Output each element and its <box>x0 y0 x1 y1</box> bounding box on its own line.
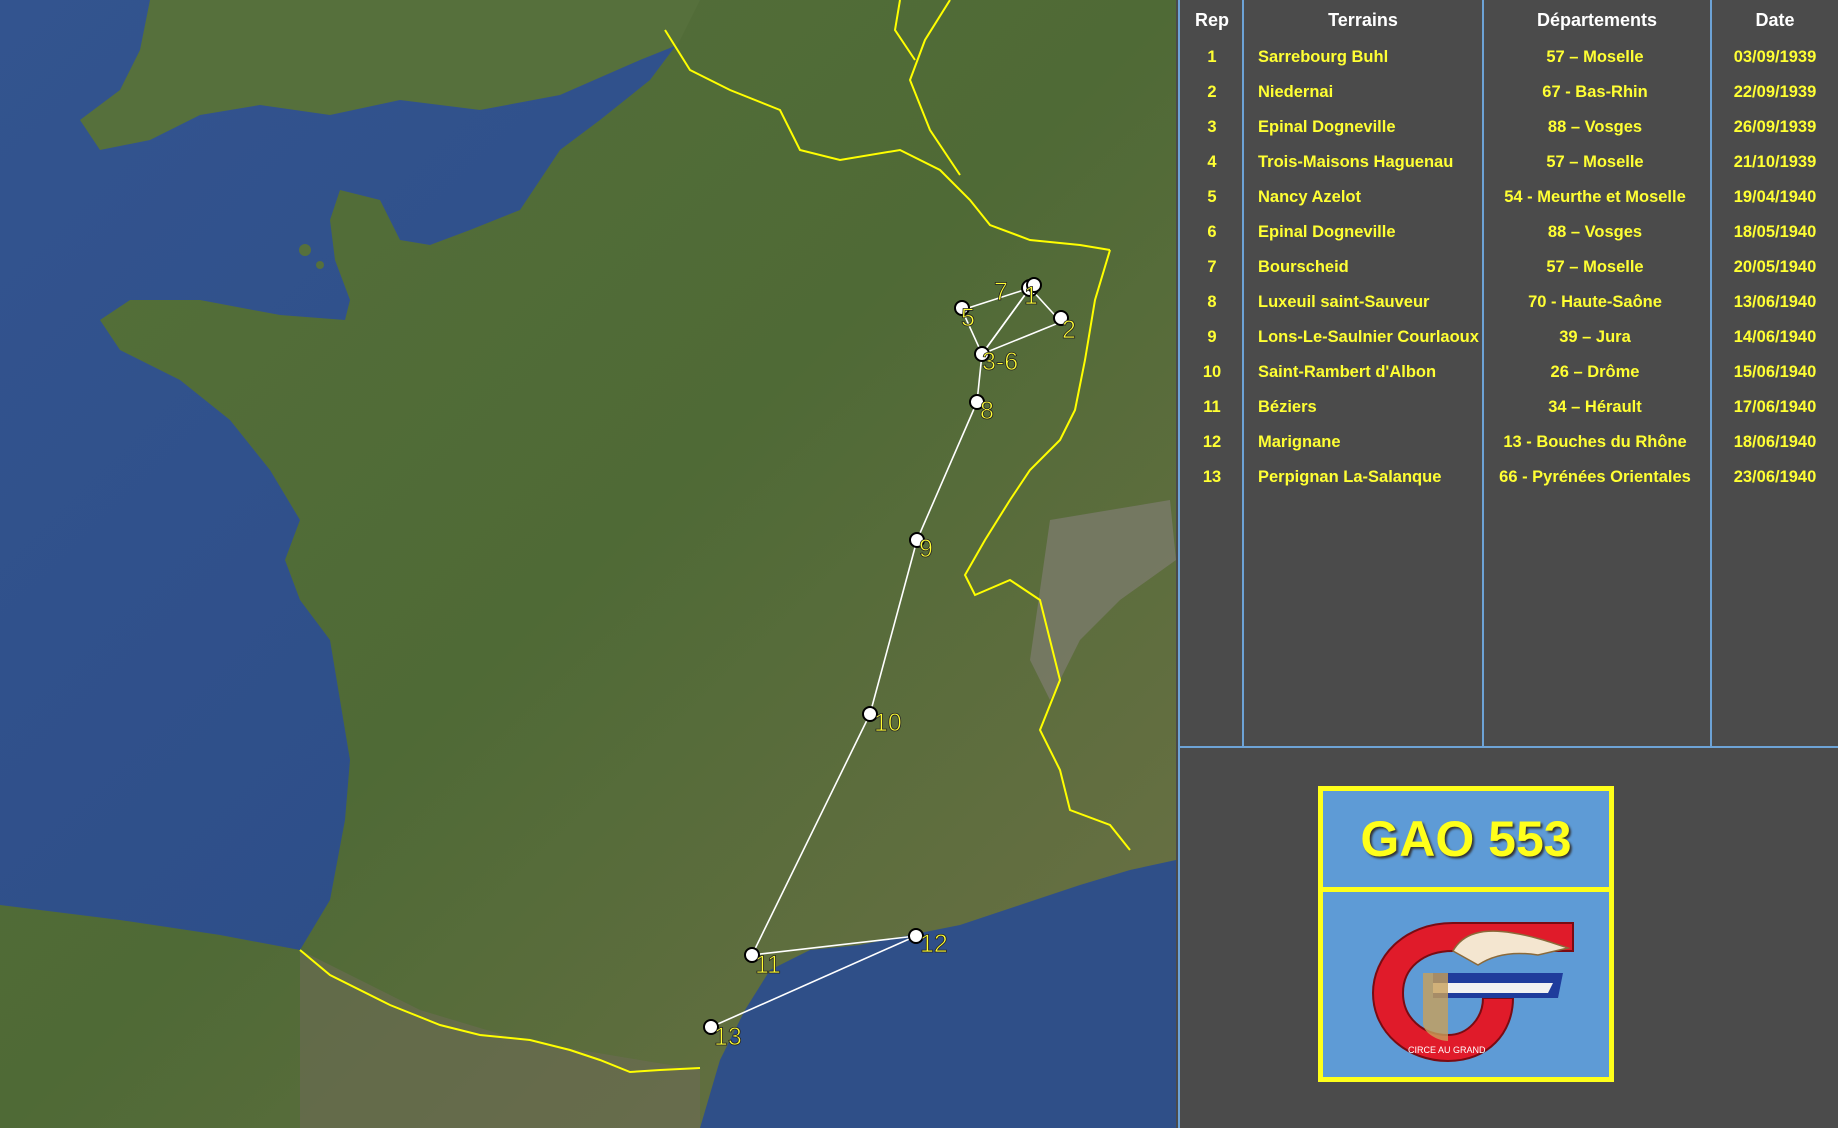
cell-rep: 8 <box>1207 293 1217 311</box>
gold-accent <box>1423 973 1448 1041</box>
table-row: 2 Niedernai 67 - Bas-Rhin 22/09/1939 <box>1180 75 1838 110</box>
cell-date: 17/06/1940 <box>1733 398 1817 416</box>
cell-terrain: Marignane <box>1258 433 1341 451</box>
header-rep: Rep <box>1194 10 1229 30</box>
cell-rep: 9 <box>1207 328 1217 346</box>
cell-rep: 12 <box>1202 433 1222 451</box>
cell-departement: 26 – Drôme <box>1550 363 1640 381</box>
cell-terrain: Luxeuil saint-Sauveur <box>1258 293 1430 311</box>
cell-rep: 1 <box>1207 48 1217 66</box>
white-band <box>1433 983 1553 993</box>
cell-departement: 57 – Moselle <box>1546 153 1644 171</box>
marker-label-11: 11 <box>755 951 781 979</box>
marker-label-9: 9 <box>919 535 933 563</box>
marker-label-12: 12 <box>920 930 948 958</box>
table-row: 8 Luxeuil saint-Sauveur 70 - Haute-Saône 13… <box>1180 285 1838 320</box>
cell-rep: 5 <box>1207 188 1217 206</box>
airfield-table: Rep Terrains Départements Date 1 Sarrebou… <box>1178 0 1838 748</box>
cell-terrain: Perpignan La-Salanque <box>1258 468 1442 486</box>
logo-panel: GAO 553 CIRCE AU GRAND <box>1178 748 1838 1128</box>
route-map: 1 2 5 7 3-6 8 9 10 11 12 13 <box>0 0 1176 1128</box>
cell-rep: 2 <box>1207 83 1217 101</box>
table-row: 6 Epinal Dogneville 88 – Vosges 18/05/1940 <box>1180 215 1838 250</box>
map-canvas: 1 2 5 7 3-6 8 9 10 11 12 13 <box>0 0 1176 1128</box>
cell-departement: 57 – Moselle <box>1546 48 1644 66</box>
unit-badge: GAO 553 CIRCE AU GRAND <box>1318 786 1614 1082</box>
cell-departement: 67 - Bas-Rhin <box>1542 83 1648 101</box>
marker-label-8: 8 <box>980 397 994 425</box>
cell-terrain: Epinal Dogneville <box>1258 118 1396 136</box>
marker-label-13: 13 <box>714 1023 742 1051</box>
cell-terrain: Saint-Rambert d'Albon <box>1258 363 1437 381</box>
cell-date: 23/06/1940 <box>1733 468 1817 486</box>
cell-terrain: Béziers <box>1258 398 1317 416</box>
cell-rep: 11 <box>1203 398 1221 416</box>
cell-date: 15/06/1940 <box>1733 363 1817 381</box>
marker-label-10: 10 <box>874 709 902 737</box>
cell-departement: 66 - Pyrénées Orientales <box>1499 468 1691 486</box>
cell-date: 14/06/1940 <box>1733 328 1817 346</box>
cell-departement: 57 – Moselle <box>1546 258 1644 276</box>
cell-terrain: Lons-Le-Saulnier Courlaoux <box>1258 328 1479 346</box>
channel-island <box>316 261 324 269</box>
table-row: 5 Nancy Azelot 54 - Meurthe et Moselle 19/0… <box>1180 180 1838 215</box>
cell-terrain: Trois-Maisons Haguenau <box>1258 153 1454 171</box>
cell-date: 19/04/1940 <box>1733 188 1817 206</box>
cell-departement: 34 – Hérault <box>1548 398 1642 416</box>
header-date: Date <box>1755 10 1795 30</box>
insignia-text: CIRCE AU GRAND <box>1408 1045 1486 1055</box>
marker-label-3-6: 3-6 <box>982 348 1018 376</box>
badge-divider <box>1323 887 1609 892</box>
cell-rep: 10 <box>1202 363 1222 381</box>
cell-departement: 39 – Jura <box>1559 328 1631 346</box>
cell-date: 18/05/1940 <box>1733 223 1817 241</box>
cell-date: 20/05/1940 <box>1733 258 1817 276</box>
header-departements: Départements <box>1536 10 1658 30</box>
cell-terrain: Sarrebourg Buhl <box>1258 48 1389 66</box>
channel-island <box>299 244 311 256</box>
cell-rep: 4 <box>1207 153 1217 171</box>
marker-label-5: 5 <box>961 304 975 332</box>
header-terrains: Terrains <box>1328 10 1398 30</box>
unit-insignia: CIRCE AU GRAND <box>1371 922 1574 1063</box>
table-row: 13 Perpignan La-Salanque 66 - Pyrénées Ori… <box>1180 460 1838 495</box>
table-row: 3 Epinal Dogneville 88 – Vosges 26/09/1939 <box>1180 110 1838 145</box>
table-row: 12 Marignane 13 - Bouches du Rhône 18/06/19… <box>1180 425 1838 460</box>
cell-date: 26/09/1939 <box>1733 118 1817 136</box>
cell-terrain: Bourscheid <box>1258 258 1349 276</box>
marker-label-2: 2 <box>1062 316 1076 344</box>
marker-3-6[interactable]: 3-6 <box>974 346 1019 376</box>
cell-rep: 3 <box>1207 118 1217 136</box>
cell-rep: 6 <box>1207 223 1217 241</box>
cell-rep: 13 <box>1202 468 1222 486</box>
cell-departement: 88 – Vosges <box>1547 118 1643 136</box>
cell-date: 21/10/1939 <box>1733 153 1817 171</box>
table-row: 1 Sarrebourg Buhl 57 – Moselle 03/09/1939 <box>1180 40 1838 75</box>
cell-departement: 13 - Bouches du Rhône <box>1503 433 1687 451</box>
table-row: 4 Trois-Maisons Haguenau 57 – Moselle 21/10… <box>1180 145 1838 180</box>
cell-departement: 88 – Vosges <box>1547 223 1643 241</box>
cell-date: 22/09/1939 <box>1733 83 1817 101</box>
marker-label-1: 1 <box>1024 282 1038 310</box>
unit-title: GAO 553 <box>1360 811 1572 867</box>
cell-departement: 54 - Meurthe et Moselle <box>1504 188 1686 206</box>
marker-7-label: 7 <box>994 278 1009 307</box>
cell-rep: 7 <box>1207 258 1217 276</box>
cell-date: 03/09/1939 <box>1733 48 1817 66</box>
marker-label-7: 7 <box>994 278 1008 306</box>
table-row: 7 Bourscheid 57 – Moselle 20/05/1940 <box>1180 250 1838 285</box>
table-row: 11 Béziers 34 – Hérault 17/06/1940 <box>1180 390 1838 425</box>
cell-date: 13/06/1940 <box>1733 293 1817 311</box>
cell-departement: 70 - Haute-Saône <box>1528 293 1662 311</box>
cell-terrain: Niedernai <box>1258 83 1334 101</box>
cell-terrain: Epinal Dogneville <box>1258 223 1396 241</box>
cell-terrain: Nancy Azelot <box>1258 188 1361 206</box>
cell-date: 18/06/1940 <box>1733 433 1817 451</box>
table-row: 10 Saint-Rambert d'Albon 26 – Drôme 15/06/1… <box>1180 355 1838 390</box>
table-row: 9 Lons-Le-Saulnier Courlaoux 39 – Jura 14/0… <box>1180 320 1838 355</box>
